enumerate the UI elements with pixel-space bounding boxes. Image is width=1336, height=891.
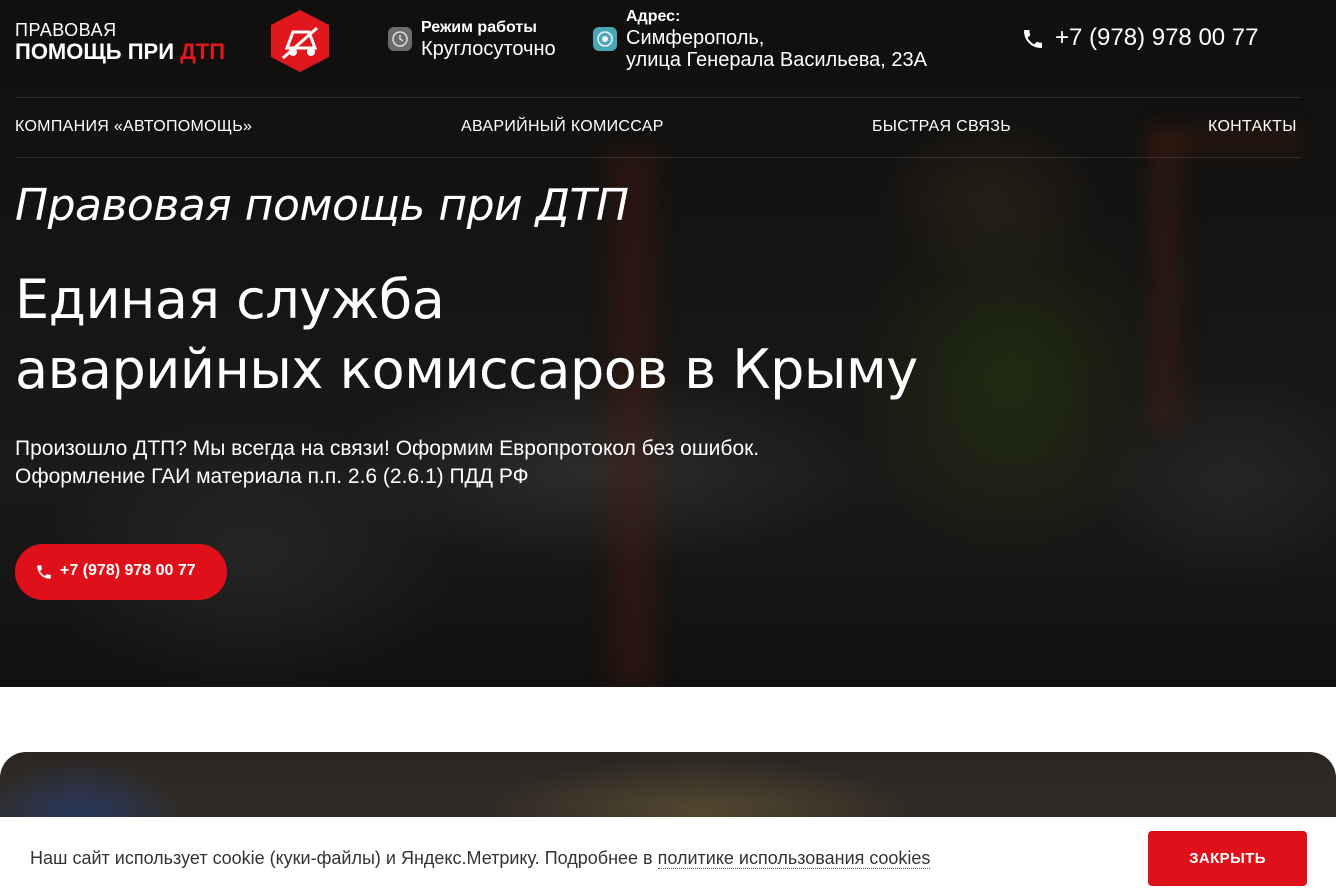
- hours-value: Круглосуточно: [421, 38, 556, 60]
- divider: [15, 97, 1301, 98]
- hero-title-line2: аварийных комиссаров в Крыму: [15, 338, 918, 401]
- address-line1: Симферополь,: [626, 27, 765, 49]
- logo-hexagon-icon: [271, 10, 329, 72]
- cookie-close-label: ЗАКРЫТЬ: [1189, 850, 1266, 867]
- hero-lead-line2: Оформление ГАИ материала п.п. 2.6 (2.6.1…: [15, 465, 529, 488]
- hero-lead: Произошло ДТП? Мы всегда на связи! Оформ…: [15, 435, 759, 491]
- hero-title-line1: Единая служба: [15, 268, 445, 331]
- phone-icon: [1024, 30, 1042, 48]
- call-button[interactable]: +7 (978) 978 00 77: [15, 544, 227, 600]
- divider: [15, 157, 1301, 158]
- cookie-message: Наш сайт использует cookie (куки-файлы) …: [30, 848, 658, 868]
- hours-label: Режим работы: [421, 19, 537, 36]
- address-line2: улица Генерала Васильева, 23А: [626, 49, 927, 71]
- cookie-policy-link[interactable]: политике использования cookies: [657, 848, 931, 869]
- location-icon: [593, 27, 617, 51]
- logo-text-white: ПОМОЩЬ ПРИ: [15, 39, 181, 64]
- nav-item-commissar[interactable]: АВАРИЙНЫЙ КОМИССАР: [461, 118, 664, 136]
- header-phone-text: +7 (978) 978 00 77: [1055, 24, 1259, 51]
- logo-text-line2: ПОМОЩЬ ПРИ ДТП: [15, 39, 225, 65]
- hero-lead-line1: Произошло ДТП? Мы всегда на связи! Оформ…: [15, 437, 760, 460]
- nav-item-company[interactable]: КОМПАНИЯ «АВТОПОМОЩЬ»: [15, 118, 252, 136]
- logo-text-line1: ПРАВОВАЯ: [15, 20, 117, 40]
- call-button-label: +7 (978) 978 00 77: [60, 562, 196, 579]
- hero-subtitle: Правовая помощь при ДТП: [15, 180, 629, 231]
- nav-item-contacts[interactable]: КОНТАКТЫ: [1208, 118, 1297, 136]
- nav-item-quick-contact[interactable]: БЫСТРАЯ СВЯЗЬ: [872, 118, 1011, 136]
- cookie-close-button[interactable]: ЗАКРЫТЬ: [1148, 831, 1307, 886]
- site-logo[interactable]: ПРАВОВАЯ ПОМОЩЬ ПРИ ДТП: [15, 8, 335, 74]
- cookie-text: Наш сайт использует cookie (куки-файлы) …: [30, 848, 931, 869]
- hero-section: ПРАВОВАЯ ПОМОЩЬ ПРИ ДТП Режим работы Кру…: [0, 0, 1336, 687]
- clock-icon: [388, 27, 412, 51]
- logo-text-red: ДТП: [180, 39, 226, 64]
- cookie-banner: Наш сайт использует cookie (куки-файлы) …: [0, 817, 1336, 891]
- hero-title: Единая служба аварийных комиссаров в Кры…: [15, 265, 918, 405]
- address-label: Адрес:: [626, 8, 681, 25]
- phone-icon: [37, 565, 51, 579]
